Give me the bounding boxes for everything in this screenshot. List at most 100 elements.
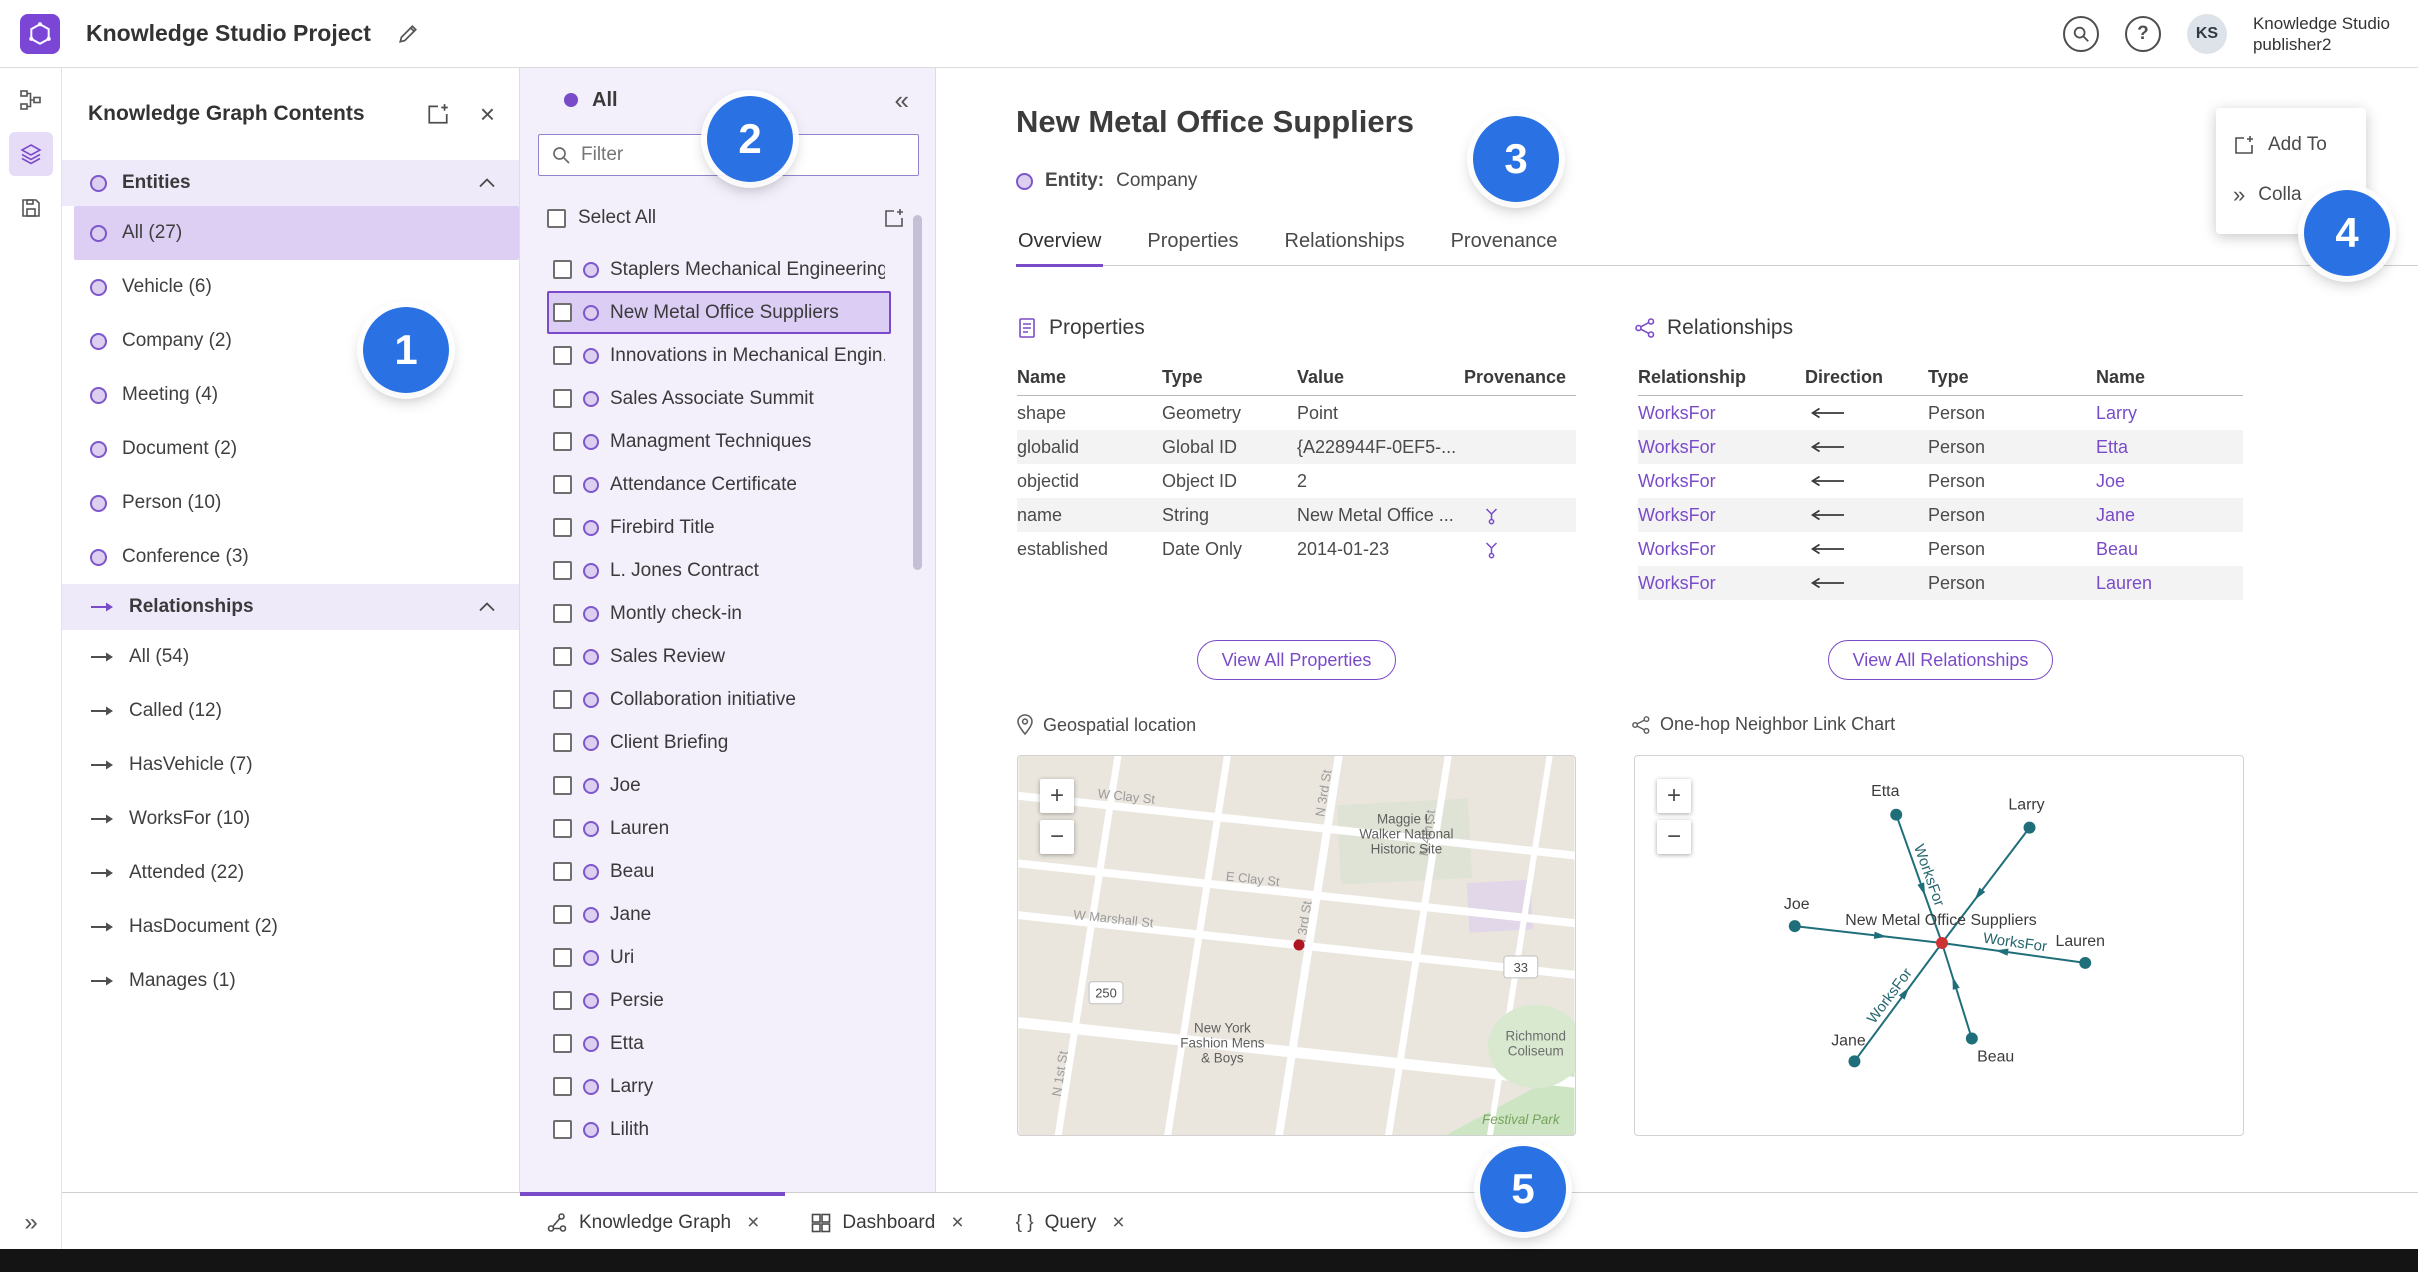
relationship-link[interactable]: WorksFor	[1638, 539, 1716, 559]
item-checkbox[interactable]	[553, 518, 572, 537]
relationship-filter-item[interactable]: HasDocument (2)	[74, 900, 519, 954]
entity-list-item[interactable]: New Metal Office Suppliers	[547, 291, 891, 334]
item-checkbox[interactable]	[553, 733, 572, 752]
map-canvas[interactable]: W Clay St E Clay St W Marshall St N 1st St N…	[1018, 756, 1575, 1135]
relationship-filter-item[interactable]: All (54)	[74, 630, 519, 684]
map-zoom-in-button[interactable]: +	[1040, 779, 1074, 813]
entity-list-item[interactable]: Lauren	[547, 807, 891, 850]
entity-list-item[interactable]: Firebird Title	[547, 506, 891, 549]
item-checkbox[interactable]	[553, 862, 572, 881]
entity-name-link[interactable]: Etta	[2096, 437, 2128, 457]
item-checkbox[interactable]	[553, 303, 572, 322]
view-all-relationships-button[interactable]: View All Relationships	[1827, 640, 2054, 680]
entity-list-item[interactable]: Uri	[547, 936, 891, 979]
save-tool-button[interactable]	[9, 186, 53, 230]
entity-list-item[interactable]: Joe	[547, 764, 891, 807]
entity-list-item[interactable]: Managment Techniques	[547, 420, 891, 463]
item-checkbox[interactable]	[553, 948, 572, 967]
detail-tab-properties[interactable]: Properties	[1145, 220, 1240, 267]
entity-filter-item[interactable]: Vehicle (6)	[74, 260, 519, 314]
entity-list-item[interactable]: Staplers Mechanical Engineering	[547, 248, 891, 291]
item-checkbox[interactable]	[553, 260, 572, 279]
map-zoom-out-button[interactable]: −	[1040, 820, 1074, 854]
one-hop-link-chart[interactable]: + − WorksFor WorksFor WorksFor Etta Larry Joe…	[1634, 755, 2244, 1136]
entity-list-item[interactable]: Sales Review	[547, 635, 891, 678]
edit-title-icon[interactable]	[397, 23, 419, 45]
entities-section-header[interactable]: Entities	[62, 160, 519, 206]
entity-name-link[interactable]: Jane	[2096, 505, 2135, 525]
user-avatar[interactable]: KS	[2186, 13, 2227, 54]
link-chart-canvas[interactable]: WorksFor WorksFor WorksFor Etta Larry Joe Laur…	[1635, 756, 2243, 1135]
user-info[interactable]: Knowledge Studio publisher2	[2253, 13, 2390, 55]
item-checkbox[interactable]	[553, 475, 572, 494]
relationship-filter-item[interactable]: Manages (1)	[74, 954, 519, 1008]
item-checkbox[interactable]	[553, 1077, 572, 1096]
entity-filter-item[interactable]: Conference (3)	[74, 530, 519, 584]
entity-list-item[interactable]: Attendance Certificate	[547, 463, 891, 506]
view-tab-knowledge-graph[interactable]: Knowledge Graph ×	[520, 1192, 786, 1250]
item-checkbox[interactable]	[553, 389, 572, 408]
item-checkbox[interactable]	[553, 776, 572, 795]
provenance-icon[interactable]	[1482, 540, 1501, 559]
item-checkbox[interactable]	[553, 432, 572, 451]
view-all-properties-button[interactable]: View All Properties	[1196, 640, 1397, 680]
geospatial-map[interactable]: + − W Clay St E Clay St W Marshall St N 1st…	[1017, 755, 1576, 1136]
entity-list-item[interactable]: Client Briefing	[547, 721, 891, 764]
add-to-new-button[interactable]	[426, 102, 450, 126]
entity-list-item[interactable]: Sales Associate Summit	[547, 377, 891, 420]
entity-filter-item[interactable]: All (27)	[74, 206, 519, 260]
item-checkbox[interactable]	[553, 1120, 572, 1139]
collapse-panel-button[interactable]: «	[895, 87, 909, 113]
close-icon[interactable]: ×	[951, 1211, 963, 1235]
relationship-link[interactable]: WorksFor	[1638, 573, 1716, 593]
relationship-filter-item[interactable]: HasVehicle (7)	[74, 738, 519, 792]
entity-filter-item[interactable]: Meeting (4)	[74, 368, 519, 422]
search-button[interactable]	[2062, 15, 2099, 52]
select-all-checkbox[interactable]	[547, 208, 566, 228]
relationships-section-header[interactable]: Relationships	[62, 584, 519, 630]
add-selection-button[interactable]	[883, 207, 905, 229]
detail-tab-provenance[interactable]: Provenance	[1449, 220, 1560, 267]
chart-zoom-out-button[interactable]: −	[1657, 820, 1691, 854]
entity-list-item[interactable]: Persie	[547, 979, 891, 1022]
item-checkbox[interactable]	[553, 647, 572, 666]
entity-list-item[interactable]: L. Jones Contract	[547, 549, 891, 592]
add-to-menu-item[interactable]: Add To	[2216, 120, 2366, 170]
close-panel-button[interactable]: ×	[480, 101, 495, 127]
view-tab-query[interactable]: { } Query ×	[990, 1192, 1151, 1250]
item-checkbox[interactable]	[553, 561, 572, 580]
help-button[interactable]: ?	[2124, 15, 2161, 52]
entity-list-item[interactable]: Jane	[547, 893, 891, 936]
scrollbar-thumb[interactable]	[913, 215, 922, 570]
item-checkbox[interactable]	[553, 690, 572, 709]
close-icon[interactable]: ×	[1112, 1211, 1124, 1235]
hierarchy-tool-button[interactable]	[9, 78, 53, 122]
entity-list-item[interactable]: Collaboration initiative	[547, 678, 891, 721]
entity-list-item[interactable]: Larry	[547, 1065, 891, 1108]
item-checkbox[interactable]	[553, 1034, 572, 1053]
entity-filter-item[interactable]: Document (2)	[74, 422, 519, 476]
entity-name-link[interactable]: Joe	[2096, 471, 2125, 491]
entity-name-link[interactable]: Larry	[2096, 403, 2137, 423]
detail-tab-overview[interactable]: Overview	[1016, 220, 1104, 267]
relationship-filter-item[interactable]: Attended (22)	[74, 846, 519, 900]
entity-list-item[interactable]: Lilith	[547, 1108, 891, 1151]
item-checkbox[interactable]	[553, 905, 572, 924]
entity-filter-item[interactable]: Person (10)	[74, 476, 519, 530]
entity-name-link[interactable]: Beau	[2096, 539, 2138, 559]
relationship-link[interactable]: WorksFor	[1638, 437, 1716, 457]
entity-list-item[interactable]: Etta	[547, 1022, 891, 1065]
item-checkbox[interactable]	[553, 604, 572, 623]
layers-tool-button[interactable]	[8, 132, 53, 176]
relationship-link[interactable]: WorksFor	[1638, 471, 1716, 491]
relationship-filter-item[interactable]: Called (12)	[74, 684, 519, 738]
entity-filter-item[interactable]: Company (2)	[74, 314, 519, 368]
detail-tab-relationships[interactable]: Relationships	[1283, 220, 1407, 267]
relationship-link[interactable]: WorksFor	[1638, 505, 1716, 525]
item-checkbox[interactable]	[553, 819, 572, 838]
entity-list-item[interactable]: Beau	[547, 850, 891, 893]
entity-name-link[interactable]: Lauren	[2096, 573, 2152, 593]
entity-list-item[interactable]: Montly check-in	[547, 592, 891, 635]
expand-rail-button[interactable]: »	[0, 1211, 62, 1235]
item-checkbox[interactable]	[553, 991, 572, 1010]
